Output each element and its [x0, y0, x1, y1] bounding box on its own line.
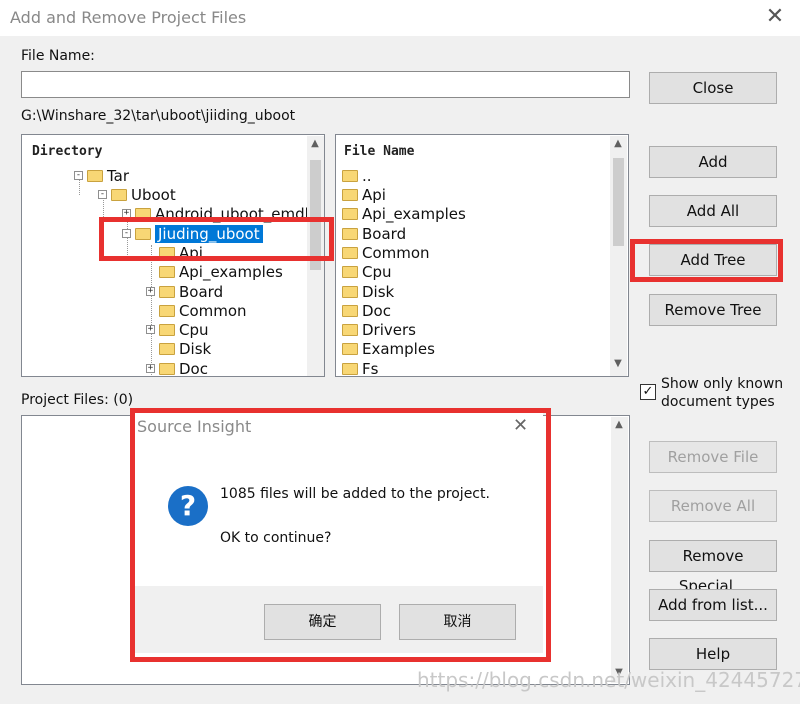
expand-icon[interactable]: +: [146, 287, 155, 296]
tree-item-disk[interactable]: Disk: [159, 340, 211, 359]
scroll-down-icon[interactable]: ▼: [610, 358, 626, 369]
tree-item-uboot[interactable]: - Uboot: [98, 186, 176, 205]
folder-icon: [159, 342, 175, 355]
folder-icon: [342, 246, 358, 259]
file-item[interactable]: Api: [342, 186, 386, 205]
remove-tree-button[interactable]: Remove Tree: [649, 294, 777, 326]
show-known-label: Show only known document types: [661, 375, 783, 411]
tree-item-common[interactable]: Common: [159, 302, 247, 321]
show-known-label-line1: Show only known: [661, 376, 784, 392]
collapse-icon[interactable]: -: [74, 171, 83, 180]
file-item[interactable]: Drivers: [342, 321, 416, 340]
show-known-checkbox[interactable]: ✓: [640, 384, 656, 400]
highlight-jiuding-uboot: [99, 217, 334, 261]
file-list[interactable]: File Name .. Api Api_examples Board Comm…: [335, 134, 629, 377]
scroll-thumb[interactable]: [613, 158, 624, 246]
file-name-input[interactable]: [21, 71, 630, 98]
add-all-button[interactable]: Add All: [649, 195, 777, 227]
project-files-scrollbar[interactable]: ▲ ▼: [611, 417, 628, 683]
directory-header: Directory: [32, 144, 103, 159]
expand-icon[interactable]: +: [146, 364, 155, 373]
folder-icon: [342, 188, 358, 201]
watermark: https://blog.csdn.net/weixin_42445727: [417, 668, 800, 692]
folder-icon: [342, 265, 358, 278]
remove-special-button[interactable]: Remove Special...: [649, 540, 777, 595]
file-item[interactable]: Disk: [342, 283, 394, 302]
folder-icon: [342, 227, 358, 240]
tree-item-doc[interactable]: + Doc: [146, 360, 208, 376]
highlight-dialog: [130, 408, 551, 662]
folder-icon: [159, 285, 175, 298]
expand-icon[interactable]: +: [146, 325, 155, 334]
file-list-header: File Name: [344, 144, 415, 159]
tree-item-cpu[interactable]: + Cpu: [146, 321, 209, 340]
folder-icon: [342, 342, 358, 355]
folder-icon: [159, 304, 175, 317]
help-button[interactable]: Help: [649, 638, 777, 670]
add-from-list-button[interactable]: Add from list...: [649, 589, 777, 621]
folder-icon: [342, 285, 358, 298]
parent-folder-icon: [342, 169, 358, 182]
close-button[interactable]: Close: [649, 72, 777, 104]
folder-icon: [87, 169, 103, 182]
file-item[interactable]: Board: [342, 225, 406, 244]
remove-all-button[interactable]: Remove All: [649, 490, 777, 522]
project-files-label: Project Files: (0): [21, 392, 134, 408]
remove-file-button[interactable]: Remove File: [649, 441, 777, 473]
folder-icon: [342, 304, 358, 317]
tree-line: [151, 245, 152, 376]
file-item[interactable]: Cpu: [342, 263, 392, 282]
highlight-add-tree: [630, 239, 783, 282]
scroll-up-icon[interactable]: ▲: [307, 138, 323, 149]
folder-icon: [159, 362, 175, 375]
file-item-parent[interactable]: ..: [342, 167, 372, 186]
tree-item-api-examples[interactable]: Api_examples: [159, 263, 283, 282]
folder-icon: [159, 265, 175, 278]
tree-item-tar[interactable]: - Tar: [74, 167, 129, 186]
folder-icon: [342, 323, 358, 336]
current-path: G:\Winshare_32\tar\uboot\jiiding_uboot: [21, 108, 296, 124]
file-item[interactable]: Examples: [342, 340, 435, 359]
file-item[interactable]: Api_examples: [342, 205, 466, 224]
add-button[interactable]: Add: [649, 146, 777, 178]
tree-item-board[interactable]: + Board: [146, 283, 223, 302]
show-known-label-line2: document types: [661, 394, 775, 410]
file-list-scrollbar[interactable]: ▲ ▼: [610, 136, 627, 376]
folder-icon: [159, 323, 175, 336]
window-close-button[interactable]: ✕: [762, 4, 788, 30]
scroll-up-icon[interactable]: ▲: [611, 419, 627, 430]
file-name-label: File Name:: [21, 48, 95, 64]
folder-icon: [111, 188, 127, 201]
folder-icon: [342, 207, 358, 220]
file-item[interactable]: Doc: [342, 302, 391, 321]
file-item[interactable]: Common: [342, 244, 430, 263]
collapse-icon[interactable]: -: [98, 190, 107, 199]
folder-icon: [342, 362, 358, 375]
file-item[interactable]: Fs: [342, 360, 378, 376]
window-title: Add and Remove Project Files: [10, 8, 247, 27]
scroll-up-icon[interactable]: ▲: [610, 138, 626, 149]
title-bar: Add and Remove Project Files ✕: [0, 0, 800, 36]
